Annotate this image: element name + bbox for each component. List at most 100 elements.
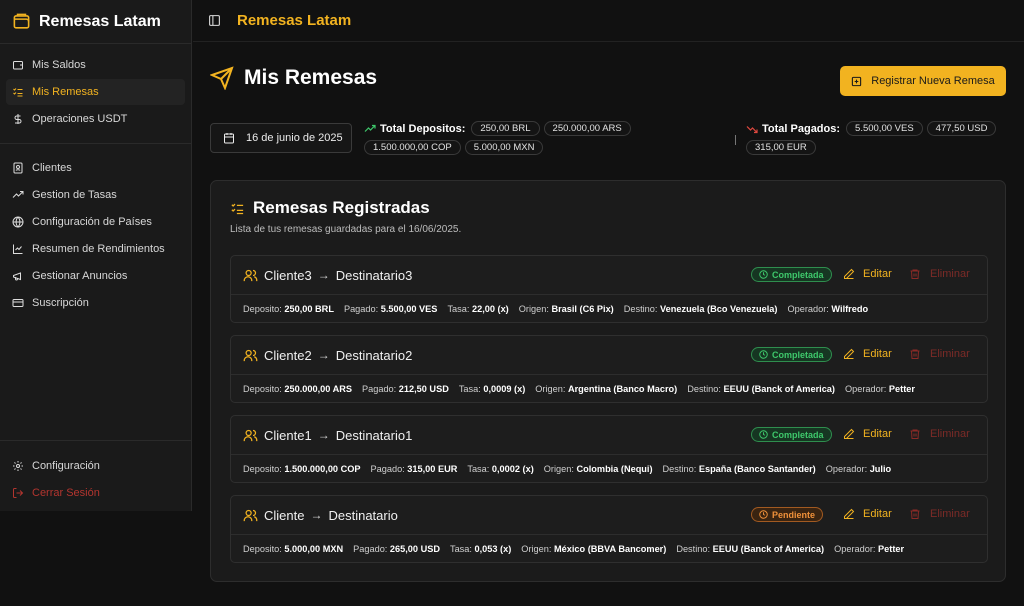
wallet-icon — [13, 13, 30, 29]
field-label: Deposito: — [243, 304, 282, 314]
remesa-row-details: Deposito: 1.500.000,00 COP Pagado: 315,0… — [231, 455, 987, 483]
pencil-icon — [844, 508, 855, 519]
sidebar-item-cerrar-sesion[interactable]: Cerrar Sesión — [6, 480, 185, 506]
sidebar-item-label: Mis Remesas — [32, 86, 99, 98]
card-header: Remesas Registradas — [230, 198, 430, 218]
pencil-icon — [844, 428, 855, 439]
remesa-row-header: Cliente1 → Destinatario1 Completada Edit… — [231, 416, 987, 455]
remesa-row: Cliente → Destinatario Pendiente Editar … — [230, 495, 988, 563]
wallet-icon — [13, 61, 23, 70]
rate-field: Tasa: 0,053 (x) — [450, 544, 511, 554]
destination-field: Destino: Venezuela (Bco Venezuela) — [624, 304, 778, 314]
sidebar-item-gestion-tasas[interactable]: Gestion de Tasas — [6, 182, 185, 208]
edit-button[interactable]: Editar — [843, 348, 892, 360]
brand[interactable]: Remesas Latam — [0, 0, 191, 44]
sidebar-item-configuracion[interactable]: Configuración — [6, 453, 185, 479]
globe-icon — [12, 216, 24, 228]
sidebar-item-label: Resumen de Rendimientos — [32, 243, 165, 255]
recipient-name: Destinatario2 — [335, 347, 413, 363]
sidebar-item-configuracion-paises[interactable]: Configuración de Países — [6, 209, 185, 235]
rate-field: Tasa: 0,0002 (x) — [467, 464, 533, 474]
delete-button[interactable]: Eliminar — [909, 428, 970, 440]
sidebar-nav: Mis Saldos Mis Remesas Operaciones USDT … — [0, 44, 191, 316]
field-value: Wilfredo — [831, 304, 869, 314]
field-label: Tasa: — [467, 464, 490, 474]
sidebar-item-gestionar-anuncios[interactable]: Gestionar Anuncios — [6, 263, 185, 289]
trash-icon — [910, 269, 920, 279]
page-header: Mis Remesas — [210, 66, 377, 90]
sidebar-item-operaciones-usdt[interactable]: Operaciones USDT — [6, 106, 185, 132]
rate-field: Tasa: 22,00 (x) — [447, 304, 508, 314]
total-deposits-label: Total Depositos: — [364, 123, 465, 135]
register-remesa-button[interactable]: Registrar Nueva Remesa — [840, 66, 1006, 96]
delete-label: Eliminar — [930, 348, 970, 360]
edit-button[interactable]: Editar — [843, 428, 892, 440]
field-value: 265,00 USD — [389, 544, 440, 554]
clock-icon — [759, 510, 768, 519]
arrow-right-icon: → — [310, 508, 323, 522]
field-label: Origen: — [521, 544, 552, 554]
field-label: Origen: — [535, 384, 566, 394]
panel-left-icon — [208, 15, 220, 26]
clock-icon — [759, 270, 768, 279]
delete-button[interactable]: Eliminar — [909, 508, 970, 520]
field-value: EEUU (Banck of America) — [723, 384, 835, 394]
delete-button[interactable]: Eliminar — [909, 348, 970, 360]
edit-label: Editar — [863, 508, 892, 520]
destination-field: Destino: EEUU (Banck of America) — [687, 384, 835, 394]
total-paid-label: Total Pagados: — [746, 123, 840, 135]
paid-field: Pagado: 212,50 USD — [362, 384, 449, 394]
field-value: Argentina (Banco Macro) — [567, 384, 678, 394]
operator-field: Operador: Wilfredo — [787, 304, 868, 314]
field-label: Destino: — [676, 544, 711, 554]
status-text: Completada — [772, 349, 824, 360]
total-deposits-text: Total Depositos: — [380, 122, 466, 135]
field-value: 315,00 EUR — [407, 464, 458, 474]
sidebar-item-mis-remesas[interactable]: Mis Remesas — [6, 79, 185, 105]
sidebar-divider — [0, 143, 191, 144]
field-value: 250,00 BRL — [284, 304, 334, 314]
paid-total-pill: 477,50 USD — [926, 121, 997, 136]
sidebar-item-suscripcion[interactable]: Suscripción — [6, 290, 185, 316]
app-title: Remesas Latam — [237, 12, 352, 29]
list-check-icon — [13, 88, 23, 97]
sidebar-item-resumen-rendimientos[interactable]: Resumen de Rendimientos — [6, 236, 185, 262]
edit-button[interactable]: Editar — [843, 268, 892, 280]
field-value: 1.500.000,00 COP — [284, 464, 361, 474]
sidebar-item-mis-saldos[interactable]: Mis Saldos — [6, 52, 185, 78]
send-icon — [210, 66, 234, 90]
sidebar-item-label: Clientes — [32, 162, 72, 174]
delete-button[interactable]: Eliminar — [909, 268, 970, 280]
sidebar: Remesas Latam Mis Saldos Mis Remesas Ope… — [0, 0, 192, 511]
arrow-right-icon: → — [317, 428, 330, 442]
arrow-right-icon: → — [317, 348, 330, 362]
contact-book-icon — [13, 162, 23, 174]
status-badge: Completada — [751, 347, 832, 362]
trash-icon — [910, 509, 920, 519]
operator-field: Operador: Petter — [845, 384, 915, 394]
clock-icon — [759, 430, 768, 439]
pencil-icon — [844, 268, 855, 279]
arrow-right-icon: → — [317, 268, 330, 282]
destination-field: Destino: EEUU (Banck of America) — [676, 544, 824, 554]
field-label: Origen: — [518, 304, 549, 314]
recipient-name: Destinatario3 — [335, 267, 413, 283]
remesa-row: Cliente2 → Destinatario2 Completada Edit… — [230, 335, 988, 403]
field-value: Petter — [878, 544, 905, 554]
status-text: Pendiente — [772, 509, 816, 520]
status-text: Completada — [772, 269, 824, 280]
clock-icon — [759, 350, 768, 359]
field-label: Pagado: — [353, 544, 388, 554]
register-remesa-label: Registrar Nueva Remesa — [871, 75, 995, 87]
date-picker-button[interactable]: 16 de junio de 2025 — [210, 123, 352, 153]
sidebar-toggle-button[interactable] — [207, 14, 221, 28]
edit-button[interactable]: Editar — [843, 508, 892, 520]
main-content: Mis Remesas Registrar Nueva Remesa 16 de… — [193, 42, 1024, 606]
sidebar-item-clientes[interactable]: Clientes — [6, 155, 185, 181]
field-value: EEUU (Banck of America) — [712, 544, 825, 554]
operator-field: Operador: Petter — [834, 544, 904, 554]
field-label: Tasa: — [449, 544, 472, 554]
remesa-row: Cliente1 → Destinatario1 Completada Edit… — [230, 415, 988, 483]
field-value: México (BBVA Bancomer) — [554, 544, 667, 554]
field-value: 5.500,00 VES — [380, 304, 438, 314]
